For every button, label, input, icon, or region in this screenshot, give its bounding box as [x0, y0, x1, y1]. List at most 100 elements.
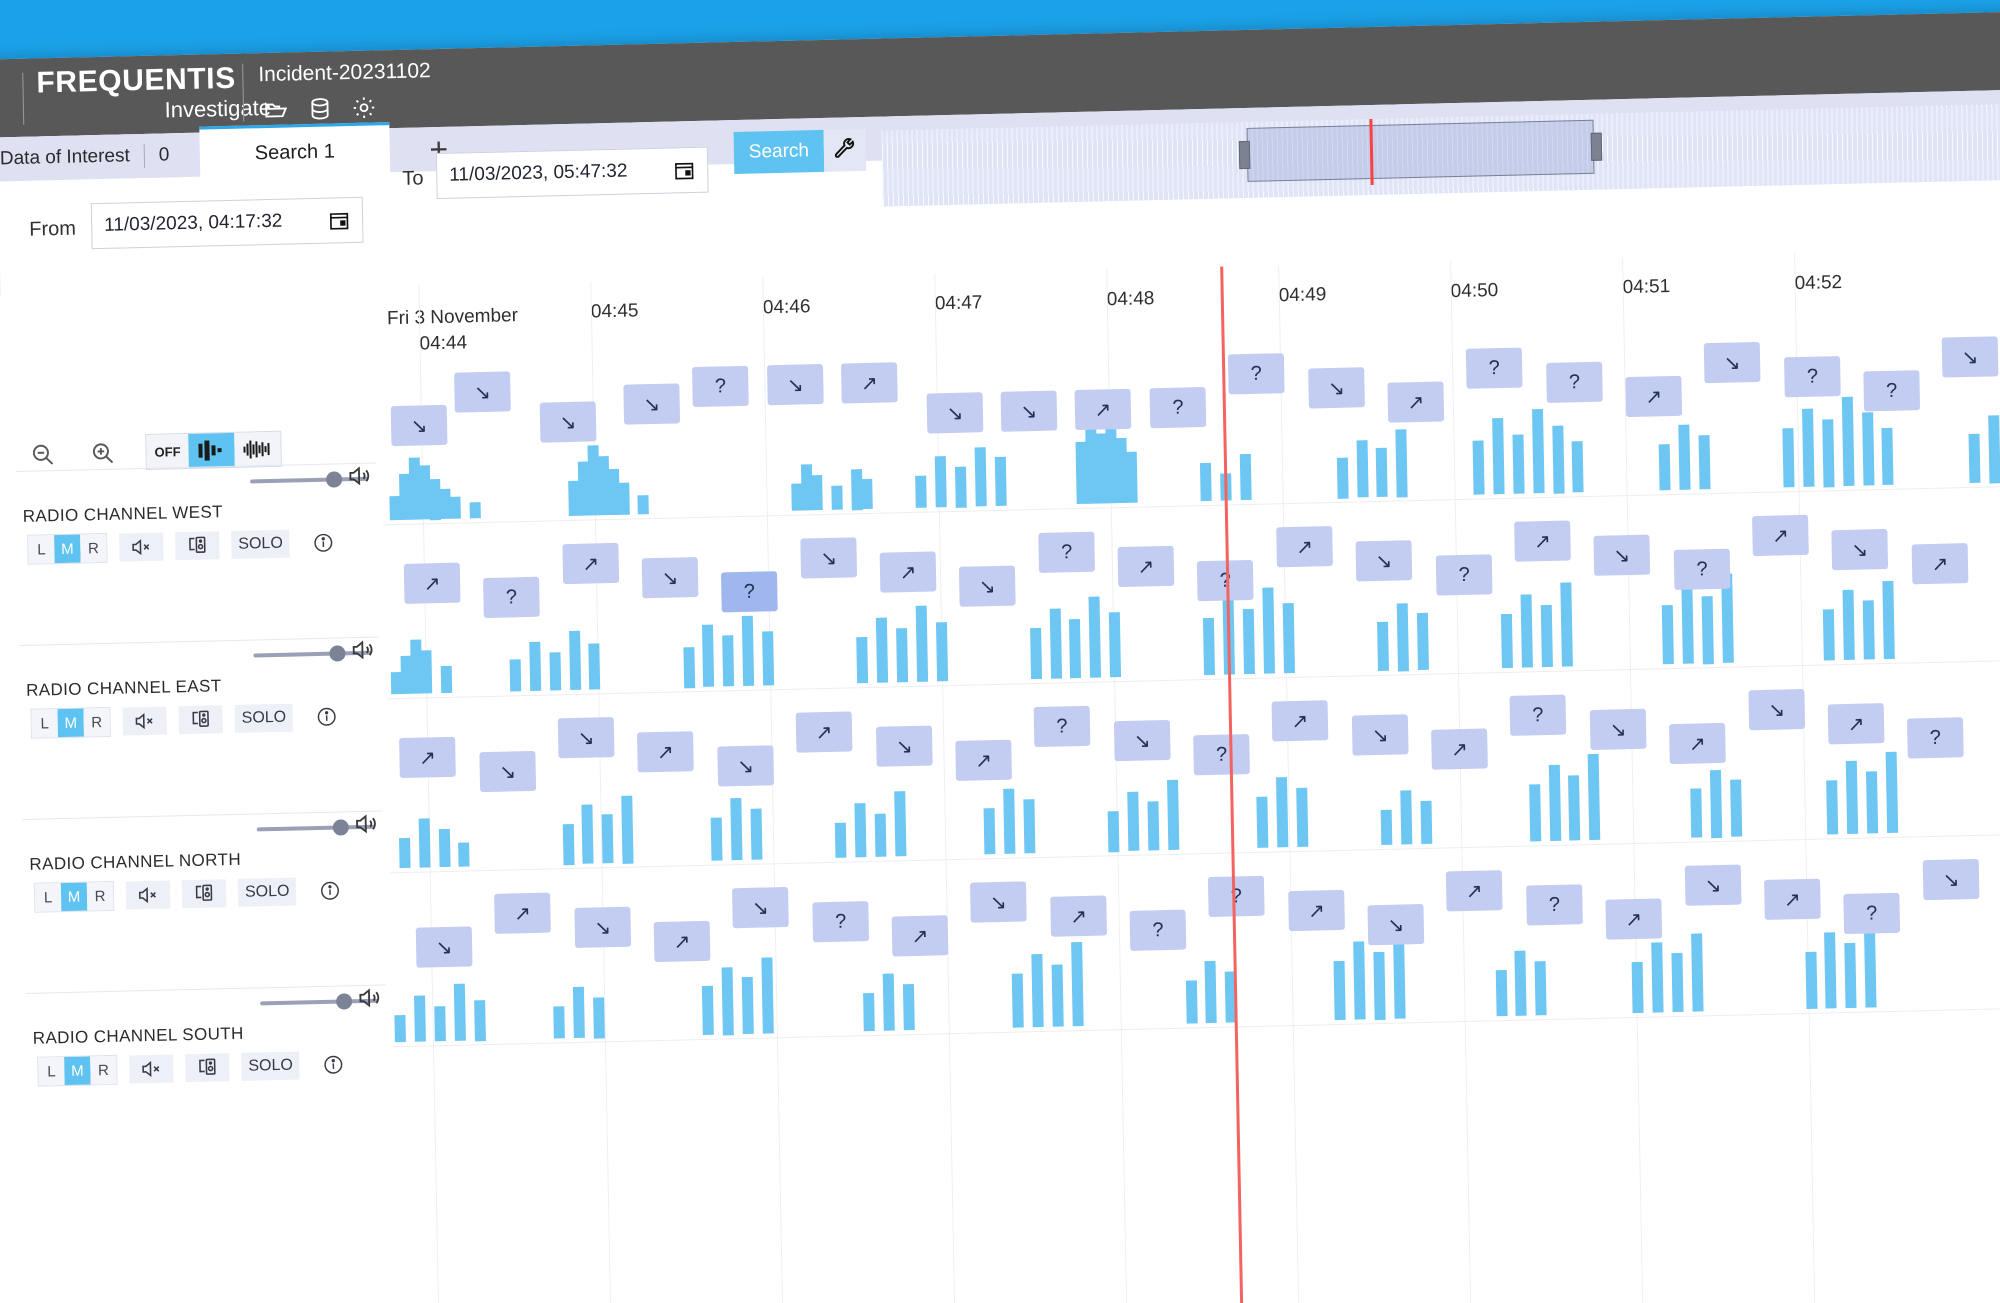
timeline-event-incoming[interactable]: ↘	[1308, 367, 1365, 409]
timeline-event-incoming[interactable]: ↘	[390, 404, 448, 447]
timeline-event-unknown[interactable]: ?	[1207, 875, 1265, 918]
timeline-event-unknown[interactable]: ?	[1673, 548, 1731, 590]
volume-slider-knob[interactable]	[332, 819, 349, 836]
timeline-event-unknown[interactable]: ?	[1465, 347, 1523, 389]
pan-option-l[interactable]: L	[28, 535, 55, 564]
timeline-event-incoming[interactable]: ↘	[1831, 528, 1889, 571]
timeline-event-incoming[interactable]: ↘	[1684, 864, 1742, 906]
timeline-event-unknown[interactable]: ?	[1526, 884, 1583, 926]
timeline-event-unknown[interactable]: ?	[483, 576, 540, 619]
pan-option-m[interactable]: M	[57, 708, 85, 738]
timeline-event-incoming[interactable]: ↘	[767, 363, 824, 406]
timeline-event-incoming[interactable]: ↘	[1589, 708, 1647, 751]
timeline-event-outgoing[interactable]: ↗	[840, 362, 898, 404]
calendar-icon[interactable]	[328, 209, 350, 232]
timeline-event-unknown[interactable]: ?	[720, 571, 778, 613]
timeline-event-unknown[interactable]: ?	[1784, 356, 1841, 398]
pan-option-m[interactable]: M	[64, 1056, 91, 1086]
search-button[interactable]: Search	[733, 129, 825, 175]
chevron-left-icon[interactable]: ‹	[0, 85, 13, 126]
speaker-on-icon[interactable]	[352, 811, 378, 838]
overview-viewport-window[interactable]	[1238, 119, 1603, 182]
timeline-event-unknown[interactable]: ?	[1193, 734, 1250, 776]
timeline-event-outgoing[interactable]: ↗	[653, 920, 711, 963]
waveform-detail-icon[interactable]	[234, 431, 281, 467]
timeline-event-outgoing[interactable]: ↗	[1288, 889, 1345, 932]
timeline-event-incoming[interactable]: ↘	[454, 371, 511, 413]
timeline-event-incoming[interactable]: ↘	[1113, 719, 1171, 762]
timeline-event-incoming[interactable]: ↘	[1922, 858, 1980, 901]
timeline-event-incoming[interactable]: ↘	[969, 881, 1027, 923]
timeline-event-incoming[interactable]: ↘	[958, 565, 1016, 607]
speaker-mute-icon[interactable]	[119, 532, 164, 562]
timeline-event-outgoing[interactable]: ↗	[1752, 514, 1809, 557]
solo-button[interactable]: SOLO	[231, 529, 291, 559]
tab-search-1[interactable]: Search 1	[199, 122, 391, 180]
timeline-event-incoming[interactable]: ↘	[623, 383, 681, 425]
timeline-event-incoming[interactable]: ↘	[926, 392, 984, 434]
timeline-event-outgoing[interactable]: ↗	[1387, 381, 1445, 423]
timeline-event-unknown[interactable]: ?	[1843, 892, 1901, 935]
timeline-event-outgoing[interactable]: ↗	[1276, 526, 1333, 568]
pan-option-r[interactable]: R	[90, 1055, 117, 1085]
timeline-event-outgoing[interactable]: ↗	[1625, 375, 1683, 418]
timeline-event-unknown[interactable]: ?	[1906, 717, 1964, 759]
timeline-event-outgoing[interactable]: ↗	[879, 551, 937, 593]
timeline-event-outgoing[interactable]: ↗	[1074, 388, 1132, 431]
timeline-event-incoming[interactable]: ↘	[800, 537, 858, 579]
timeline-event-incoming[interactable]: ↘	[717, 745, 775, 787]
monitor-icon[interactable]	[185, 1053, 230, 1083]
timeline-event-incoming[interactable]: ↘	[479, 750, 537, 793]
timeline-event-outgoing[interactable]: ↗	[1827, 703, 1885, 745]
timeline-event-unknown[interactable]: ?	[1863, 370, 1921, 412]
volume-slider-knob[interactable]	[325, 471, 343, 488]
speaker-on-icon[interactable]	[349, 637, 375, 664]
gear-icon[interactable]	[351, 94, 377, 121]
timeline-event-unknown[interactable]: ?	[1509, 694, 1567, 736]
timeline-event-outgoing[interactable]: ↗	[1431, 728, 1488, 770]
speaker-mute-icon[interactable]	[129, 1054, 174, 1084]
timeline-event-outgoing[interactable]: ↗	[955, 739, 1012, 781]
monitor-icon[interactable]	[181, 879, 227, 909]
from-datetime-field[interactable]: 11/03/2023, 04:17:32	[90, 196, 364, 250]
zoom-in-icon[interactable]	[85, 436, 120, 471]
timeline-event-outgoing[interactable]: ↗	[1050, 895, 1108, 937]
timeline-event-incoming[interactable]: ↘	[557, 717, 615, 759]
timeline-event-outgoing[interactable]: ↗	[891, 915, 949, 957]
database-icon[interactable]	[307, 95, 333, 122]
timeline-event-outgoing[interactable]: ↗	[1764, 878, 1821, 920]
timeline-event-outgoing[interactable]: ↗	[562, 542, 620, 585]
timeline-event-incoming[interactable]: ↘	[875, 725, 933, 767]
timeline-event-outgoing[interactable]: ↗	[1911, 543, 1969, 585]
timeline-event-outgoing[interactable]: ↗	[1271, 700, 1329, 742]
timeline-event-outgoing[interactable]: ↗	[403, 562, 461, 604]
timeline-event-incoming[interactable]: ↘	[1000, 390, 1058, 432]
timeline-event-unknown[interactable]: ?	[1546, 361, 1603, 403]
solo-button[interactable]: SOLO	[234, 703, 294, 733]
to-datetime-field[interactable]: 11/03/2023, 05:47:32	[435, 146, 709, 200]
timeline-event-incoming[interactable]: ↘	[574, 906, 632, 948]
timeline-ruler[interactable]: Fri 3 November 04:44 04:45 04:46 04:47 04:48…	[378, 246, 2000, 355]
volume-slider-knob[interactable]	[335, 993, 353, 1010]
timeline-event-incoming[interactable]: ↘	[1355, 540, 1413, 582]
info-icon[interactable]	[305, 702, 350, 731]
folder-open-icon[interactable]	[263, 97, 289, 124]
overview-handle-right[interactable]	[1590, 132, 1603, 161]
pan-option-l[interactable]: L	[31, 709, 59, 738]
timeline-event-unknown[interactable]: ?	[1227, 353, 1285, 395]
timeline-event-incoming[interactable]: ↘	[732, 886, 789, 929]
timeline-event-unknown[interactable]: ?	[1435, 554, 1493, 596]
pan-option-r[interactable]: R	[83, 707, 110, 737]
timeline-event-unknown[interactable]: ?	[1129, 909, 1187, 951]
pan-option-r[interactable]: R	[80, 533, 107, 563]
info-icon[interactable]	[308, 876, 353, 905]
timeline-event-incoming[interactable]: ↘	[641, 556, 699, 599]
timeline-event-unknown[interactable]: ?	[812, 901, 870, 943]
timeline-event-unknown[interactable]: ?	[692, 365, 749, 408]
pan-option-m[interactable]: M	[54, 534, 81, 564]
timeline-event-outgoing[interactable]: ↗	[494, 892, 551, 934]
pan-option-l[interactable]: L	[34, 883, 62, 912]
timeline-event-incoming[interactable]: ↘	[1941, 336, 1999, 378]
timeline-event-outgoing[interactable]: ↗	[1605, 898, 1663, 940]
timeline-event-incoming[interactable]: ↘	[1593, 534, 1651, 576]
